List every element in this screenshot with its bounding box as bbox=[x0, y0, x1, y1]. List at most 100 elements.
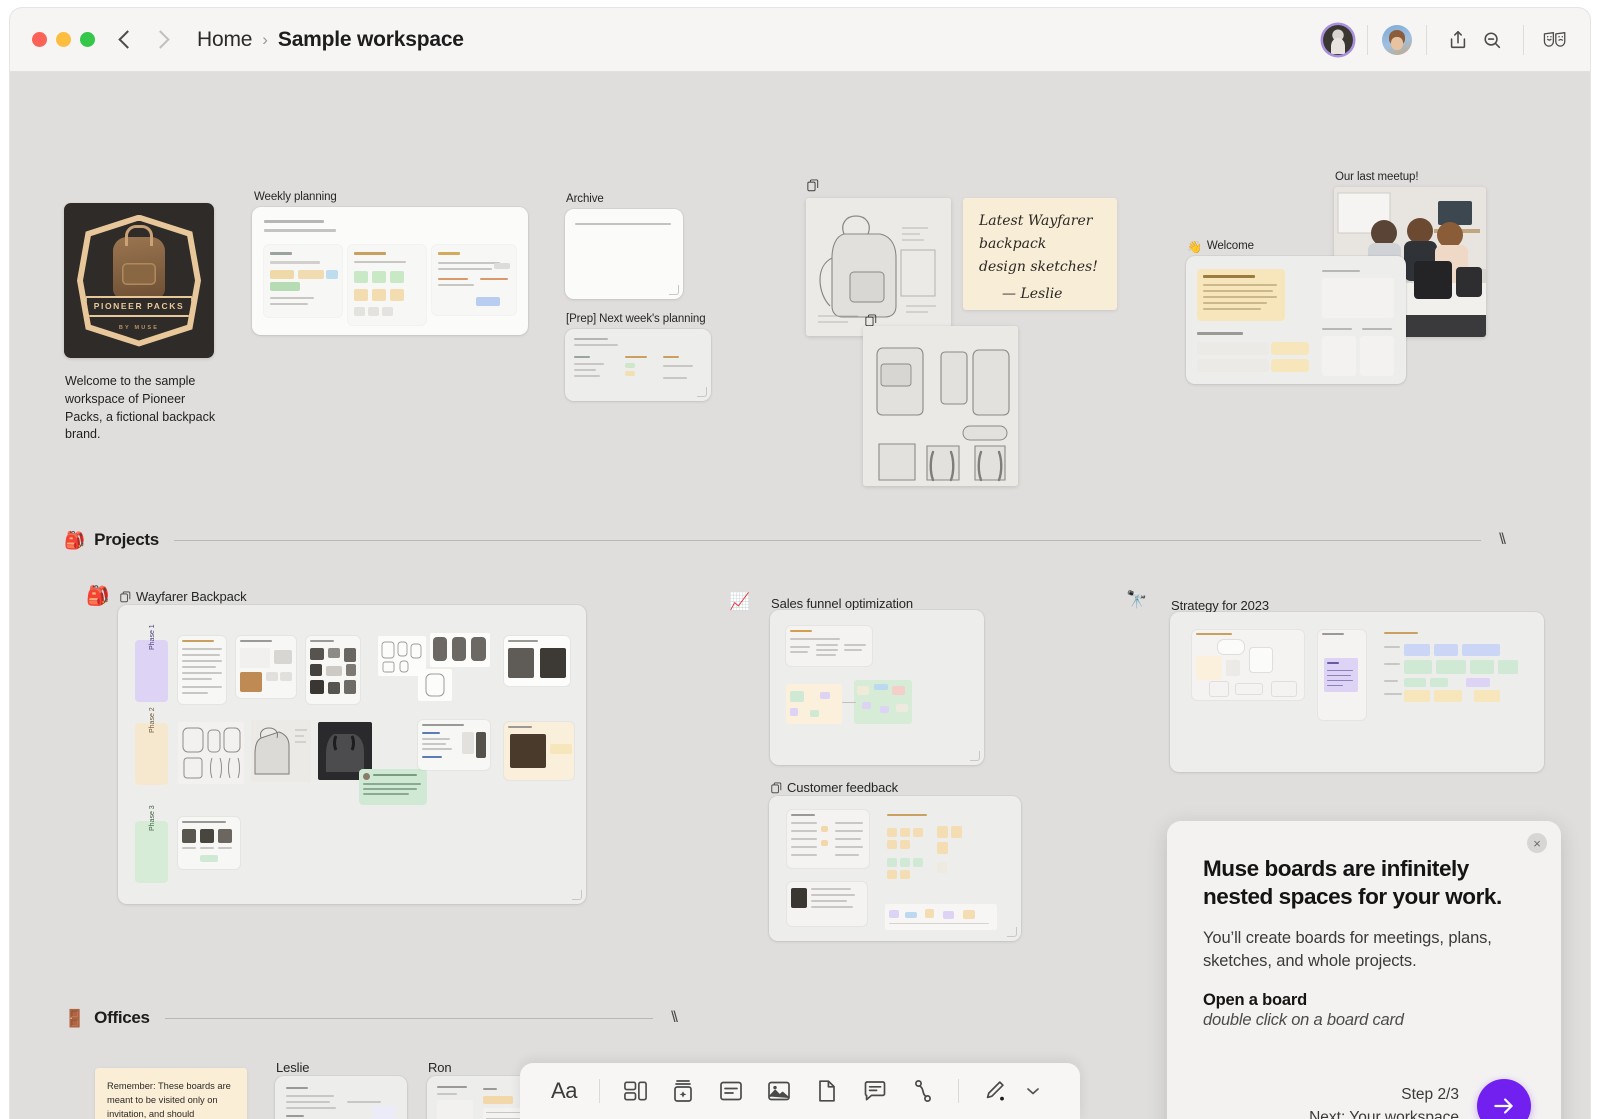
tooltip-next-label: Next: Your workspace bbox=[1309, 1106, 1459, 1119]
text-tool-icon[interactable]: Aa bbox=[542, 1069, 586, 1113]
file-tool-icon[interactable] bbox=[805, 1069, 849, 1113]
board-label-leslie: Leslie bbox=[276, 1060, 309, 1075]
board-label-wayfarer: Wayfarer Backpack bbox=[120, 589, 247, 606]
minimize-window-button[interactable] bbox=[56, 32, 71, 47]
tooltip-action: Open a board bbox=[1203, 991, 1525, 1010]
section-title-projects: Projects bbox=[94, 530, 159, 550]
phase-label-3: Phase 3 bbox=[135, 821, 168, 883]
sticky-signature: — Leslie bbox=[1002, 284, 1062, 305]
board-label-sales-funnel: Sales funnel optimization bbox=[771, 596, 913, 611]
tooltip-next-button[interactable] bbox=[1477, 1079, 1531, 1119]
toolbar-divider-2 bbox=[958, 1079, 959, 1103]
image-tool-icon[interactable] bbox=[757, 1069, 801, 1113]
comment-tool-icon[interactable] bbox=[853, 1069, 897, 1113]
backpack-emoji-icon: 🎒 bbox=[64, 532, 85, 549]
board-weekly-planning[interactable] bbox=[252, 207, 528, 335]
board-stack-icon-2 bbox=[771, 782, 782, 797]
toolbar-divider bbox=[1367, 25, 1368, 55]
avatar-self[interactable] bbox=[1323, 25, 1353, 55]
board-tool-icon[interactable] bbox=[613, 1069, 657, 1113]
masks-icon[interactable] bbox=[1538, 23, 1572, 57]
project-emoji-strategy: 🔭 bbox=[1126, 590, 1147, 610]
logo-title: PIONEER PACKS bbox=[94, 301, 185, 311]
tooltip-body: You’ll create boards for meetings, plans… bbox=[1203, 927, 1525, 972]
sticky-note-sketch-announcement[interactable]: Latest Wayfarer backpack design sketches… bbox=[963, 198, 1117, 310]
breadcrumb: Home › Sample workspace bbox=[197, 28, 464, 52]
bottom-toolbar[interactable]: Aa bbox=[520, 1063, 1080, 1119]
window-controls[interactable] bbox=[32, 32, 95, 47]
board-stack-icon bbox=[120, 591, 131, 606]
sticky-line-1: Latest Wayfarer bbox=[979, 211, 1092, 232]
backpack-sketch-photo-2[interactable] bbox=[863, 326, 1018, 486]
board-label-last-meetup: Our last meetup! bbox=[1335, 171, 1418, 183]
tooltip-hint: double click on a board card bbox=[1203, 1011, 1525, 1030]
logo-hex-outer: PIONEER PACKS BY MUSE bbox=[77, 215, 201, 347]
card-tool-icon[interactable] bbox=[709, 1069, 753, 1113]
maximize-window-button[interactable] bbox=[80, 32, 95, 47]
tooltip-step-text: Step 2/3 Next: Your workspace bbox=[1309, 1083, 1459, 1119]
board-label-weekly-planning: Weekly planning bbox=[254, 191, 337, 203]
title-bar: Home › Sample workspace bbox=[10, 8, 1590, 72]
phase-label-1: Phase 1 bbox=[135, 640, 168, 702]
pen-options-chevron-down-icon[interactable] bbox=[1020, 1069, 1046, 1113]
section-collapse-offices[interactable]: \\ bbox=[671, 1009, 676, 1027]
board-label-customer-feedback: Customer feedback bbox=[771, 780, 898, 797]
project-emoji-wayfarer: 🎒 bbox=[86, 584, 110, 608]
share-icon[interactable] bbox=[1441, 23, 1475, 57]
logo-byline: BY MUSE bbox=[119, 325, 159, 331]
logo-hex-inner: PIONEER PACKS BY MUSE bbox=[83, 221, 195, 341]
board-label-welcome: 👋Welcome bbox=[1187, 240, 1254, 254]
board-leslie[interactable] bbox=[275, 1076, 407, 1119]
board-next-week-planning[interactable] bbox=[565, 329, 711, 401]
board-canvas[interactable]: PIONEER PACKS BY MUSE Welcome to the sam… bbox=[10, 72, 1590, 1119]
avatar-member[interactable] bbox=[1382, 25, 1412, 55]
onboarding-tooltip[interactable]: × Muse boards are infinitely nested spac… bbox=[1167, 821, 1561, 1119]
pen-tool-icon[interactable] bbox=[972, 1069, 1016, 1113]
logo-ribbon: PIONEER PACKS bbox=[85, 296, 193, 317]
tooltip-title: Muse boards are infinitely nested spaces… bbox=[1203, 855, 1525, 910]
sticky-line-3: design sketches! bbox=[979, 257, 1098, 278]
close-tooltip-button[interactable]: × bbox=[1527, 833, 1547, 853]
backpack-illustration bbox=[113, 237, 165, 299]
board-label-next-week-planning: [Prep] Next week's planning bbox=[566, 313, 706, 325]
zoom-out-icon[interactable] bbox=[1475, 23, 1509, 57]
board-customer-feedback[interactable] bbox=[769, 796, 1021, 941]
toolbar-divider bbox=[1523, 25, 1524, 55]
workspace-logo: PIONEER PACKS BY MUSE bbox=[64, 203, 214, 358]
backpack-sketch-photo-1[interactable] bbox=[806, 198, 951, 336]
forward-arrow-icon[interactable] bbox=[151, 30, 169, 48]
phase-label-2: Phase 2 bbox=[135, 723, 168, 785]
breadcrumb-current[interactable]: Sample workspace bbox=[278, 28, 464, 52]
sketch-stack-icon bbox=[807, 179, 819, 195]
app-root: Home › Sample workspace bbox=[0, 0, 1600, 1119]
toolbar-divider-1 bbox=[599, 1079, 600, 1103]
board-label-strategy: Strategy for 2023 bbox=[1171, 598, 1269, 613]
sticky-note-offices[interactable]: Remember: These boards are meant to be v… bbox=[95, 1068, 247, 1119]
board-wayfarer-backpack[interactable]: Phase 1 bbox=[118, 605, 586, 904]
back-arrow-icon[interactable] bbox=[118, 30, 136, 48]
board-welcome[interactable] bbox=[1186, 256, 1406, 384]
door-emoji-icon: 🚪 bbox=[64, 1010, 85, 1027]
workspace-caption: Welcome to the sample workspace of Pione… bbox=[65, 373, 225, 444]
board-archive[interactable] bbox=[565, 209, 683, 299]
navigation-arrows[interactable] bbox=[121, 33, 167, 46]
breadcrumb-separator-icon: › bbox=[262, 30, 268, 50]
section-divider bbox=[174, 540, 1481, 541]
board-sales-funnel[interactable] bbox=[770, 610, 984, 765]
project-emoji-sales-funnel: 📈 bbox=[729, 592, 750, 612]
tooltip-step: Step 2/3 bbox=[1309, 1083, 1459, 1106]
wave-emoji-icon: 👋 bbox=[1187, 240, 1202, 254]
board-label-archive: Archive bbox=[566, 193, 604, 205]
section-header-projects: 🎒 Projects \\ bbox=[64, 530, 1504, 550]
connector-tool-icon[interactable] bbox=[901, 1069, 945, 1113]
breadcrumb-home[interactable]: Home bbox=[197, 28, 252, 52]
section-divider-offices bbox=[165, 1018, 653, 1019]
app-window: Home › Sample workspace bbox=[10, 8, 1590, 1119]
section-title-offices: Offices bbox=[94, 1008, 150, 1028]
sticky-line-2: backpack bbox=[979, 234, 1046, 255]
close-window-button[interactable] bbox=[32, 32, 47, 47]
board-strategy-2023[interactable] bbox=[1170, 612, 1544, 772]
office-note-body: Remember: These boards are meant to be v… bbox=[107, 1079, 235, 1119]
new-board-tool-icon[interactable] bbox=[661, 1069, 705, 1113]
section-collapse-projects[interactable]: \\ bbox=[1499, 531, 1504, 549]
